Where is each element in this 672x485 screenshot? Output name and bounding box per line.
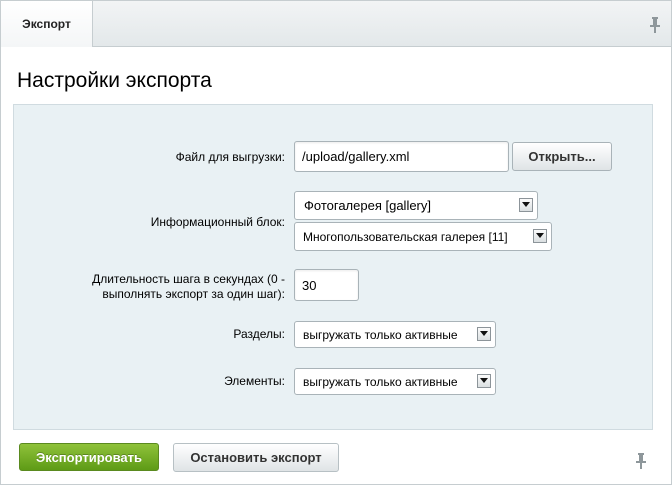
pin-icon[interactable]: [636, 453, 646, 469]
sections-label: Разделы:: [233, 327, 285, 341]
tab-export-label: Экспорт: [22, 17, 71, 31]
tab-bar: Экспорт: [1, 1, 671, 47]
chevron-down-icon[interactable]: [533, 228, 547, 243]
step-seconds-input[interactable]: 30: [294, 269, 359, 301]
elements-value: выгружать только активные: [303, 374, 458, 389]
sections-value: выгружать только активные: [303, 327, 458, 342]
step-label: Длительность шага в секундах (0 - выполн…: [92, 272, 285, 302]
pin-icon[interactable]: [650, 17, 660, 33]
step-label-line1: Длительность шага в секундах (0 -: [92, 272, 285, 286]
infoblock-type-select[interactable]: Фотогалерея [gallery]: [294, 191, 538, 220]
elements-select[interactable]: выгружать только активные: [294, 368, 496, 395]
chevron-down-icon[interactable]: [477, 326, 491, 341]
open-button[interactable]: Открыть...: [512, 142, 612, 171]
chevron-down-icon[interactable]: [519, 197, 533, 212]
infoblock-value: Многопользовательская галерея [11]: [303, 229, 508, 244]
infoblock-label: Информационный блок:: [150, 215, 285, 229]
sections-select[interactable]: выгружать только активные: [294, 321, 496, 348]
infoblock-type-value: Фотогалерея [gallery]: [304, 198, 431, 213]
elements-label: Элементы:: [224, 374, 285, 388]
tab-export[interactable]: Экспорт: [1, 1, 93, 47]
infoblock-select[interactable]: Многопользовательская галерея [11]: [294, 222, 552, 251]
step-seconds-value: 30: [302, 277, 317, 293]
open-button-label: Открыть...: [528, 149, 596, 164]
file-path-input[interactable]: /upload/gallery.xml: [294, 141, 509, 172]
stop-export-button-label: Остановить экспорт: [190, 450, 322, 465]
export-button[interactable]: Экспортировать: [19, 443, 159, 471]
export-window: Экспорт Настройки экспорта Файл для выгр…: [0, 0, 672, 485]
page-title: Настройки экспорта: [17, 69, 212, 92]
chevron-down-icon[interactable]: [477, 373, 491, 388]
step-label-line2: выполнять экспорт за один шаг):: [102, 287, 285, 301]
file-label: Файл для выгрузки:: [175, 150, 285, 164]
export-button-label: Экспортировать: [35, 449, 143, 465]
file-path-value: /upload/gallery.xml: [302, 149, 410, 164]
stop-export-button[interactable]: Остановить экспорт: [173, 443, 339, 472]
